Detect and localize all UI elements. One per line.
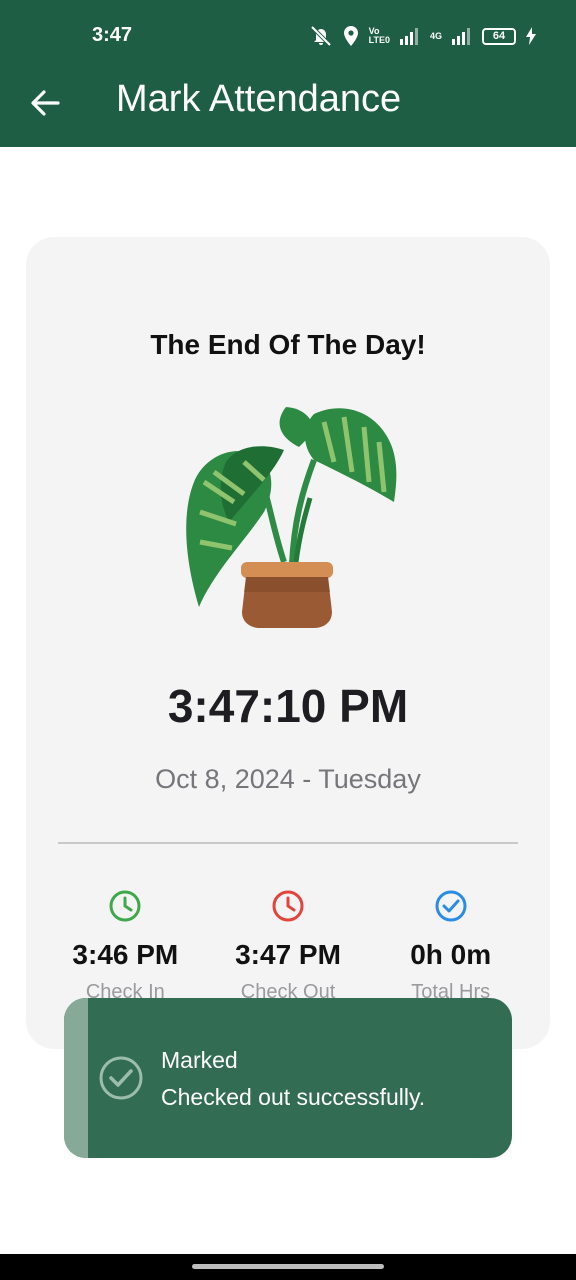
app-bar: 3:47 Vo LTE0 4G 64 Mark Attendance xyxy=(0,0,576,147)
home-gesture-handle[interactable] xyxy=(192,1264,384,1269)
location-icon xyxy=(343,26,358,46)
check-out-time: 3:47 PM xyxy=(235,939,341,970)
stat-total-hours: 0h 0m Total Hrs xyxy=(369,889,532,1004)
toast-accent-bar xyxy=(64,998,88,1158)
divider xyxy=(58,842,518,844)
success-toast[interactable]: Marked Checked out successfully. xyxy=(64,998,512,1158)
back-arrow-icon[interactable] xyxy=(28,86,62,120)
clock-icon xyxy=(272,890,304,922)
battery-icon: 64 xyxy=(482,27,516,45)
potted-plant-illustration xyxy=(186,407,397,628)
current-time: 3:47:10 PM xyxy=(167,680,409,732)
attendance-stats: 3:46 PM Check In 3:47 PM Check Out 0h 0m… xyxy=(44,889,532,1004)
signal-icon-2 xyxy=(452,28,470,45)
toast-message: Checked out successfully. xyxy=(161,1084,426,1110)
status-time: 3:47 xyxy=(92,24,133,46)
mute-vibrate-icon xyxy=(310,25,332,47)
stat-check-out: 3:47 PM Check Out xyxy=(207,889,370,1004)
stat-check-in: 3:46 PM Check In xyxy=(44,889,207,1004)
page-title: Mark Attendance xyxy=(116,78,402,120)
check-in-time: 3:46 PM xyxy=(72,939,179,970)
attendance-card: The End Of The Day! 3:47:10 PM Oct 8, 20… xyxy=(26,237,550,1049)
signal-icon xyxy=(399,28,418,45)
network-type-label: 4G xyxy=(429,30,442,41)
check-circle-icon xyxy=(99,1056,143,1100)
total-hours-value: 0h 0m xyxy=(410,939,492,970)
clock-icon xyxy=(109,890,141,922)
toast-title: Marked xyxy=(161,1047,238,1073)
charging-icon xyxy=(526,27,536,45)
status-icons: Vo LTE0 4G 64 xyxy=(309,24,536,48)
volte-icon: Vo LTE0 xyxy=(368,26,390,45)
current-date: Oct 8, 2024 - Tuesday xyxy=(155,764,421,794)
system-nav-bar xyxy=(0,1254,576,1280)
day-headline: The End Of The Day! xyxy=(150,329,426,360)
check-circle-icon xyxy=(435,890,467,922)
